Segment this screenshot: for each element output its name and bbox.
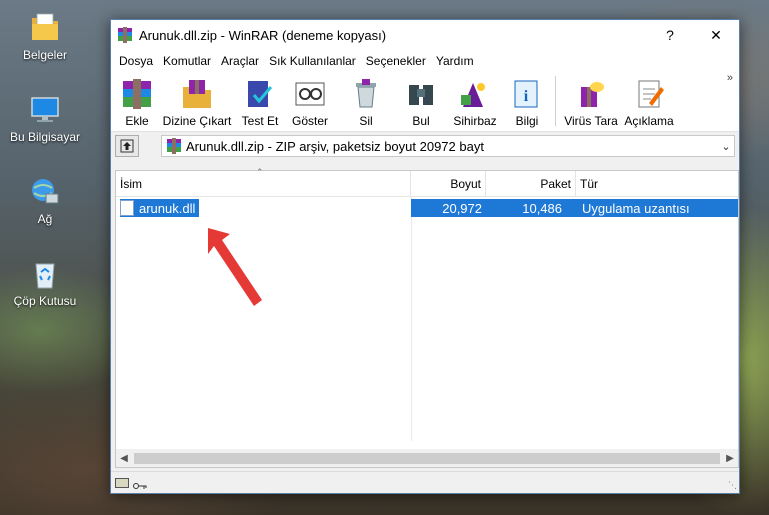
svg-text:i: i: [524, 88, 529, 105]
toolbar-label: Bilgi: [515, 114, 539, 128]
help-button[interactable]: ?: [647, 20, 693, 50]
status-bar: ⋱: [111, 471, 739, 493]
toolbar-wizard-button[interactable]: Sihirbaz: [447, 72, 503, 130]
chevron-down-icon[interactable]: ⌄: [718, 140, 734, 153]
file-name: arunuk.dll: [139, 200, 196, 216]
scrollbar-thumb[interactable]: [134, 452, 720, 464]
view-icon: [290, 75, 330, 113]
toolbar-info-button[interactable]: i Bilgi: [503, 72, 551, 130]
up-folder-button[interactable]: [115, 135, 139, 157]
column-packed[interactable]: Paket: [486, 171, 576, 197]
toolbar-add-button[interactable]: Ekle: [117, 72, 157, 130]
toolbar-label: Sil: [359, 114, 373, 128]
menu-dosya[interactable]: Dosya: [115, 54, 157, 68]
find-icon: [401, 75, 441, 113]
info-icon: i: [507, 75, 547, 113]
annotation-arrow-icon: [208, 228, 262, 306]
menu-komutlar[interactable]: Komutlar: [159, 54, 215, 68]
toolbar-delete-button[interactable]: Sil: [337, 72, 395, 130]
toolbar-virus-scan-button[interactable]: Virüs Tara: [562, 72, 620, 130]
toolbar-view-button[interactable]: Göster: [283, 72, 337, 130]
file-row[interactable]: arunuk.dll 20,972 10,486 Uygulama uzantı…: [120, 199, 738, 217]
toolbar-find-button[interactable]: Bul: [395, 72, 447, 130]
toolbar-label: Bul: [412, 114, 430, 128]
file-name-cell: arunuk.dll: [120, 199, 200, 217]
horizontal-scrollbar[interactable]: ◀ ▶: [116, 449, 738, 467]
toolbar-label: Dizine Çıkart: [162, 114, 232, 128]
column-divider: [411, 197, 412, 441]
toolbar-extract-button[interactable]: Dizine Çıkart: [157, 72, 237, 130]
delete-icon: [346, 75, 386, 113]
toolbar-label: Açıklama: [624, 114, 674, 128]
address-bar: Arunuk.dll.zip - ZIP arşiv, paketsiz boy…: [111, 132, 739, 160]
file-size: 20,972: [442, 200, 482, 216]
archive-icon: [167, 138, 181, 154]
computer-icon: [28, 94, 62, 126]
desktop-icon-computer[interactable]: Bu Bilgisayar: [0, 94, 90, 144]
desktop-icon-label: Ağ: [37, 212, 53, 226]
sort-ascending-icon: ⌃: [256, 167, 264, 177]
network-icon: [28, 176, 62, 208]
archive-path-combobox[interactable]: Arunuk.dll.zip - ZIP arşiv, paketsiz boy…: [161, 135, 735, 157]
desktop-icon-recycle-bin[interactable]: Çöp Kutusu: [0, 258, 90, 308]
archive-path-text: Arunuk.dll.zip - ZIP arşiv, paketsiz boy…: [186, 138, 484, 154]
desktop-icon-network[interactable]: Ağ: [0, 176, 90, 226]
toolbar-label: Virüs Tara: [564, 114, 618, 128]
toolbar-label: Test Et: [241, 114, 279, 128]
menu-araclar[interactable]: Araçlar: [217, 54, 263, 68]
column-header: ⌃ İsim Boyut Paket Tür: [116, 167, 738, 197]
scroll-left-icon[interactable]: ◀: [116, 453, 132, 464]
toolbar-comment-button[interactable]: Açıklama: [620, 72, 678, 130]
toolbar-separator: [555, 76, 556, 126]
test-icon: [240, 75, 280, 113]
desktop-icon-documents[interactable]: Belgeler: [0, 12, 90, 62]
resize-grip-icon[interactable]: ⋱: [728, 480, 737, 491]
file-type: Uygulama uzantısı: [582, 200, 690, 216]
column-type[interactable]: Tür: [576, 171, 738, 197]
virus-scan-icon: [571, 75, 611, 113]
dll-file-icon: [120, 200, 134, 216]
window-title: Arunuk.dll.zip - WinRAR (deneme kopyası): [139, 27, 387, 43]
recycle-bin-icon: [28, 258, 62, 290]
scroll-right-icon[interactable]: ▶: [722, 453, 738, 464]
selection-highlight: 20,972 10,486 Uygulama uzantısı: [411, 199, 738, 217]
file-packed: 10,486: [522, 200, 562, 216]
extract-to-icon: [177, 75, 217, 113]
desktop-icon-label: Bu Bilgisayar: [9, 130, 81, 144]
menu-secenekler[interactable]: Seçenekler: [362, 54, 430, 68]
column-size[interactable]: Boyut: [411, 171, 486, 197]
key-icon[interactable]: [133, 479, 147, 489]
title-bar[interactable]: Arunuk.dll.zip - WinRAR (deneme kopyası)…: [111, 20, 739, 50]
toolbar-test-button[interactable]: Test Et: [237, 72, 283, 130]
toolbar: Ekle Dizine Çıkart Test Et Göster Sil Bu…: [111, 72, 739, 132]
wizard-icon: [455, 75, 495, 113]
menu-bar: Dosya Komutlar Araçlar Sık Kullanılanlar…: [111, 50, 739, 72]
winrar-app-icon: [117, 27, 133, 43]
close-button[interactable]: ✕: [693, 20, 739, 50]
menu-sik-kullanilanlar[interactable]: Sık Kullanılanlar: [265, 54, 360, 68]
up-arrow-icon: [120, 139, 134, 153]
toolbar-label: Sihirbaz: [453, 114, 497, 128]
desktop-icon-label: Belgeler: [22, 48, 68, 62]
comment-icon: [629, 75, 669, 113]
menu-yardim[interactable]: Yardım: [432, 54, 478, 68]
toolbar-label: Ekle: [125, 114, 149, 128]
toolbar-overflow-button[interactable]: »: [727, 72, 733, 84]
desktop-icon-label: Çöp Kutusu: [13, 294, 77, 308]
folder-icon: [28, 12, 62, 44]
toolbar-label: Göster: [291, 114, 328, 128]
add-archive-icon: [117, 75, 157, 113]
drive-icon[interactable]: [115, 477, 129, 488]
